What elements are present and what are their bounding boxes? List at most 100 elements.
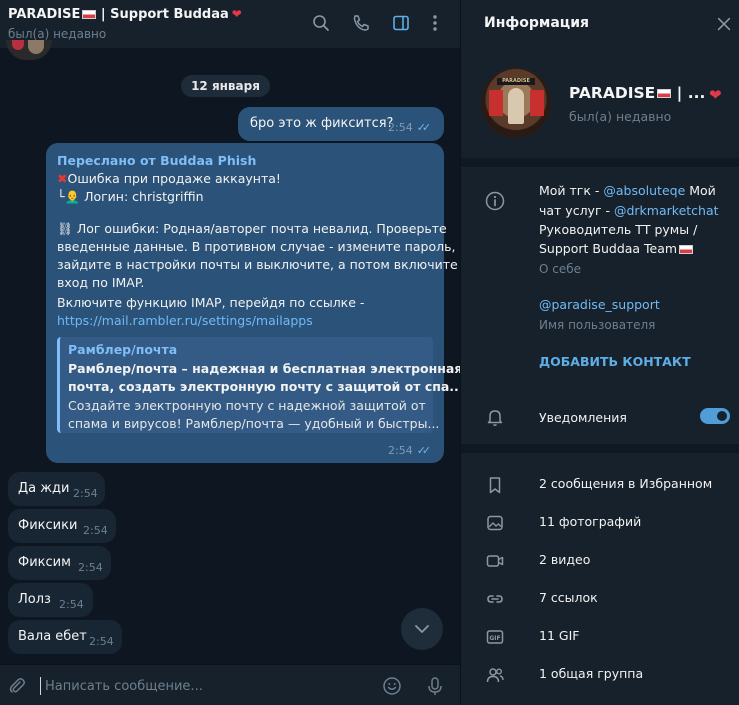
username-label: Имя пользователя [539, 318, 656, 332]
error-line-text: Ошибка при продаже аккаунта! [67, 171, 281, 186]
add-contact-button[interactable]: ДОБАВИТЬ КОНТАКТ [539, 354, 691, 369]
incoming-message[interactable]: Фиксики 2:54 [8, 509, 116, 543]
profile-name-text: PARADISE [569, 84, 656, 102]
read-checkmarks-icon: ✓✓ [416, 444, 432, 457]
info-panel-title: Информация [484, 15, 589, 31]
notifications-toggle[interactable] [700, 408, 730, 424]
chat-mention-link[interactable]: @drkmarketchat [614, 203, 719, 218]
group-icon [484, 664, 506, 686]
rambler-settings-link[interactable]: https://mail.rambler.ru/settings/mailapp… [57, 313, 313, 328]
forwarded-from[interactable]: Переслано от Buddaa Phish [57, 153, 256, 168]
phone-icon[interactable] [350, 12, 372, 34]
chat-pane: PARADISE | Support Buddaa ❤ был(а) недавн… [0, 0, 464, 705]
gif-icon: GIF [484, 626, 506, 648]
microphone-icon[interactable] [424, 675, 446, 697]
cross-mark-icon: ✖ [57, 171, 68, 186]
profile-name-suffix: | ... [671, 84, 706, 102]
avatar-logo-text: PARADISE [497, 78, 535, 85]
message-time: 2:54 [388, 444, 413, 457]
outgoing-message-text: бро это ж фиксится? [250, 116, 394, 131]
chat-title-suffix: | Support Buddaa [96, 7, 229, 22]
username-link[interactable]: @paradise_support [539, 297, 660, 312]
channel-mention-link[interactable]: @absoluteqe [603, 183, 685, 198]
message-composer [0, 664, 460, 705]
incoming-message-text: Вала ебет [18, 629, 87, 644]
message-meta: 2:54 ✓✓ [388, 121, 431, 134]
notifications-label: Уведомления [539, 410, 627, 425]
chat-title[interactable]: PARADISE | Support Buddaa ❤ [8, 7, 242, 22]
bio-text: Мой тгк - [539, 183, 604, 198]
chat-status: был(а) недавно [8, 27, 107, 41]
media-row-label: 2 сообщения в Избранном [539, 476, 713, 491]
date-separator: 12 января [181, 75, 270, 97]
profile-avatar[interactable]: PARADISE [481, 68, 551, 138]
bio-text: чат услуг - [539, 203, 614, 218]
poland-flag-icon [679, 245, 694, 254]
chevron-down-icon [415, 625, 429, 633]
bio-line-3: Руководитель ТТ румы / [539, 222, 698, 237]
bookmark-icon [484, 474, 506, 496]
media-row-label: 11 GIF [539, 628, 580, 643]
scroll-down-button[interactable] [401, 608, 443, 650]
heart-icon: ❤ [709, 86, 722, 104]
info-panel: Информация PARADISE PARADISE | ... ❤ был… [461, 0, 739, 705]
svg-text:GIF: GIF [489, 635, 500, 642]
sender-avatar[interactable] [6, 40, 52, 60]
outgoing-message[interactable]: бро это ж фиксится? 2:54 ✓✓ [238, 107, 444, 141]
close-icon[interactable] [714, 14, 734, 34]
bio-text: Мой [685, 183, 716, 198]
incoming-message[interactable]: Да жди 2:54 [8, 472, 105, 506]
search-icon[interactable] [310, 12, 332, 34]
bio-line-4: Support Buddaa Team [539, 241, 694, 256]
bio-text: Support Buddaa Team [539, 241, 678, 256]
photo-icon [484, 512, 506, 534]
preview-desc-1: Создайте электронную почту с надежной за… [68, 398, 426, 413]
preview-site-name: Рамблер/почта [68, 342, 178, 357]
common-groups-row[interactable]: 1 общая группа [461, 656, 739, 694]
media-row-label: 11 фотографий [539, 514, 642, 529]
photos-row[interactable]: 11 фотографий [461, 504, 739, 542]
incoming-message-text: Лолз [18, 592, 51, 607]
preview-desc-2: спама и вирусов! Рамблер/почта — удобный… [68, 416, 440, 431]
chat-header[interactable]: PARADISE | Support Buddaa ❤ был(а) недавн… [0, 0, 460, 48]
incoming-message[interactable]: Лолз 2:54 [8, 583, 93, 617]
incoming-message[interactable]: Фиксим 2:54 [8, 546, 111, 580]
emoji-icon[interactable] [381, 675, 403, 697]
bell-icon [484, 406, 506, 428]
incoming-message-text: Фиксики [18, 518, 78, 533]
link-icon [484, 588, 506, 610]
section-divider [461, 444, 739, 453]
log-line-3: зайдите в настройки почты и выключите, а… [57, 257, 458, 272]
poland-flag-icon [82, 10, 97, 19]
more-menu-icon[interactable] [424, 12, 446, 34]
saved-messages-row[interactable]: 2 сообщения в Избранном [461, 466, 739, 504]
media-row-label: 7 ссылок [539, 590, 598, 605]
sidebar-toggle-icon[interactable] [390, 12, 412, 34]
bio-line-2: чат услуг - @drkmarketchat [539, 203, 719, 218]
message-meta: 2:54 ✓✓ [388, 444, 432, 457]
incoming-message-text: Фиксим [18, 555, 71, 570]
incoming-message[interactable]: Вала ебет 2:54 [8, 620, 122, 654]
poland-flag-icon [657, 89, 672, 98]
gifs-row[interactable]: GIF 11 GIF [461, 618, 739, 656]
section-divider [461, 158, 739, 167]
bio-label: О себе [539, 262, 582, 276]
media-row-label: 1 общая группа [539, 666, 644, 681]
chat-title-name: PARADISE [8, 7, 81, 22]
log-line-1: ⛓ Лог ошибки: Родная/авторег почта невал… [57, 221, 447, 236]
message-time: 2:54 [73, 487, 98, 500]
forwarded-message[interactable]: Переслано от Buddaa Phish ✖Ошибка при пр… [46, 143, 464, 463]
profile-name: PARADISE | ... [569, 84, 705, 102]
preview-title-1: Рамблер/почта – надежная и бесплатная эл… [68, 361, 463, 376]
videos-row[interactable]: 2 видео [461, 542, 739, 580]
error-line: ✖Ошибка при продаже аккаунта! [57, 171, 281, 186]
heart-icon: ❤ [231, 7, 242, 21]
message-time: 2:54 [78, 561, 103, 574]
profile-status: был(а) недавно [569, 109, 672, 124]
links-row[interactable]: 7 ссылок [461, 580, 739, 618]
preview-title-2: почта, создать электронную почту с защит… [68, 379, 464, 394]
imap-instruction: Включите функцию IMAP, перейдя по ссылке… [57, 295, 365, 310]
link-preview[interactable]: Рамблер/почта Рамблер/почта – надежная и… [57, 337, 464, 433]
attach-icon[interactable] [6, 675, 28, 697]
message-input[interactable] [40, 677, 360, 695]
